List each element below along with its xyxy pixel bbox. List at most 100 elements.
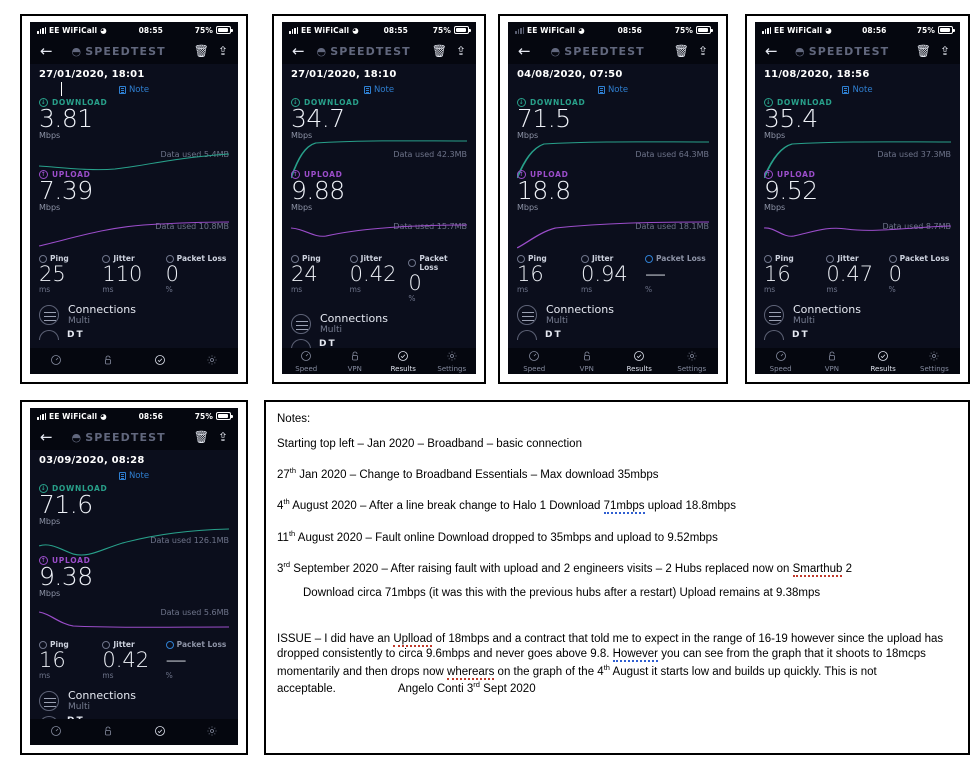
tab-settings[interactable] [186,354,238,368]
back-arrow-icon[interactable]: ← [292,43,305,59]
tab-results[interactable] [134,354,186,368]
upload-value: 9.88 [291,176,345,205]
trash-icon[interactable]: 🗑 [194,431,209,443]
bottom-tab-bar[interactable]: Speed VPN Results Settings [508,348,718,374]
trash-icon[interactable]: 🗑 [674,45,689,57]
tab-vpn[interactable] [82,725,134,739]
connections-value: Multi [546,316,568,327]
status-bar: EE WiFiCall ◕ 08:56 75% [508,22,718,38]
gear-icon [928,350,940,364]
tab-speed[interactable] [30,725,82,739]
bottom-tab-bar[interactable]: Speed VPN Results Settings [282,348,476,374]
upload-metric: ↑ UPLOAD 18.8 Mbps Data used 18.1MB [517,170,709,249]
download-data-used: Data used 5.4MB [160,150,229,159]
ping-value: 25 [39,262,66,286]
tab-vpn[interactable] [82,354,134,368]
result-timestamp: 03/09/2020, 08:28 [39,455,145,466]
add-note-button[interactable]: Note [118,471,149,481]
connections-value: Multi [68,702,90,713]
phone-screen: EE WiFiCall ◕ 08:56 75% ← ◓ SPEEDTEST 🗑 ⇪ 11/08/2… [755,22,960,374]
upload-metric: ↑ UPLOAD 9.88 Mbps Data used 15.7MB [291,170,467,237]
packet-loss-label: Packet Loss [408,254,467,272]
status-bar: EE WiFiCall ◕ 08:55 75% [30,22,238,38]
result-timestamp: 04/08/2020, 07:50 [517,69,623,80]
connections-icon [39,304,59,325]
speedometer-icon [300,350,312,364]
bottom-tab-bar[interactable] [30,348,238,374]
back-arrow-icon[interactable]: ← [40,429,53,445]
connections-row[interactable]: Connections Multi [291,303,467,335]
speedtest-result-screenshot: EE WiFiCall ◕ 08:55 75% ← ◓ SPEEDTEST 🗑 ⇪ 27/01/2… [272,14,486,384]
speedtest-logo-icon: ◓ [71,430,83,444]
check-circle-icon [154,725,166,739]
result-body: 03/09/2020, 08:28 Note ↓ DOWNLOAD 71.6 Mbps Da… [30,450,238,727]
phone-screen: EE WiFiCall ◕ 08:56 75% ← ◓ SPEEDTEST 🗑 ⇪ 04/08/2… [508,22,718,374]
add-note-button[interactable]: Note [363,85,394,95]
connections-row[interactable]: Connections Multi [39,294,229,326]
trash-icon[interactable]: 🗑 [194,45,209,57]
ping-value: 16 [517,262,544,286]
provider-row: DT [291,335,467,350]
tab-speed[interactable] [30,354,82,368]
tab-vpn[interactable]: VPN [561,350,614,373]
connections-row[interactable]: Connections Multi [517,294,709,326]
trash-icon[interactable]: 🗑 [432,45,447,57]
tab-speed[interactable]: Speed [508,350,561,373]
battery-icon [216,412,233,420]
back-arrow-icon[interactable]: ← [40,43,53,59]
packet-loss-cell: Packet Loss 0% [165,254,229,294]
ping-unit: ms [291,285,303,295]
tab-results[interactable]: Results [613,350,666,373]
share-icon[interactable]: ⇪ [940,45,950,57]
status-bar: EE WiFiCall ◕ 08:56 75% [30,408,238,424]
upload-metric: ↑ UPLOAD 9.52 Mbps Data used 8.7MB [764,170,951,237]
upload-arrow-icon: ↑ [39,556,48,565]
connections-row[interactable]: Connections Multi [39,680,229,712]
share-icon[interactable]: ⇪ [456,45,466,57]
connections-label: Connections [793,303,861,317]
carrier-label: EE WiFiCall [774,25,823,35]
add-note-button[interactable]: Note [597,85,628,95]
carrier-label: EE WiFiCall [49,25,98,35]
speedtest-result-screenshot: EE WiFiCall ◕ 08:56 75% ← ◓ SPEEDTEST 🗑 ⇪ 11/08/2… [745,14,970,384]
back-arrow-icon[interactable]: ← [518,43,531,59]
share-icon[interactable]: ⇪ [218,431,228,443]
jitter-value: 0.42 [102,648,150,672]
tab-results[interactable]: Results [858,350,909,373]
download-value: 71.6 [39,490,93,519]
back-arrow-icon[interactable]: ← [765,43,778,59]
result-body: 27/01/2020, 18:10 Note ↓ DOWNLOAD 34.7 Mbps Da… [282,64,476,350]
add-note-button[interactable]: Note [842,85,873,95]
connections-value: Multi [320,325,342,336]
trash-icon[interactable]: 🗑 [916,45,931,57]
tab-vpn[interactable]: VPN [331,350,380,373]
tab-speed[interactable]: Speed [755,350,806,373]
tab-vpn[interactable]: VPN [806,350,857,373]
tab-settings[interactable]: Settings [909,350,960,373]
bottom-tab-bar[interactable] [30,719,238,745]
jitter-unit: ms [349,285,361,295]
share-icon[interactable]: ⇪ [698,45,708,57]
tab-speed[interactable]: Speed [282,350,331,373]
tab-settings[interactable]: Settings [666,350,719,373]
download-metric: ↓ DOWNLOAD 35.4 Mbps Data used 37.3MB [764,98,951,179]
tab-settings[interactable] [186,725,238,739]
check-circle-icon [154,354,166,368]
upload-data-used: Data used 18.1MB [635,222,709,231]
bottom-tab-bar[interactable]: Speed VPN Results Settings [755,348,960,374]
add-note-button[interactable]: Note [118,85,149,95]
app-bar: ← ◓ SPEEDTEST 🗑 ⇪ [30,424,238,450]
signal-bars-icon [37,412,46,420]
upload-arrow-icon: ↑ [39,170,48,179]
provider-row: DT [39,326,229,341]
share-icon[interactable]: ⇪ [218,45,228,57]
status-bar: EE WiFiCall ◕ 08:55 75% [282,22,476,38]
gear-icon [206,354,218,368]
speedometer-icon [50,725,62,739]
tab-results[interactable] [134,725,186,739]
result-body: 04/08/2020, 07:50 Note ↓ DOWNLOAD 71.5 Mbps Da… [508,64,718,341]
ping-cell: Ping 16 ms [517,254,581,294]
tab-settings[interactable]: Settings [428,350,477,373]
connections-row[interactable]: Connections Multi [764,294,951,326]
tab-results[interactable]: Results [379,350,428,373]
